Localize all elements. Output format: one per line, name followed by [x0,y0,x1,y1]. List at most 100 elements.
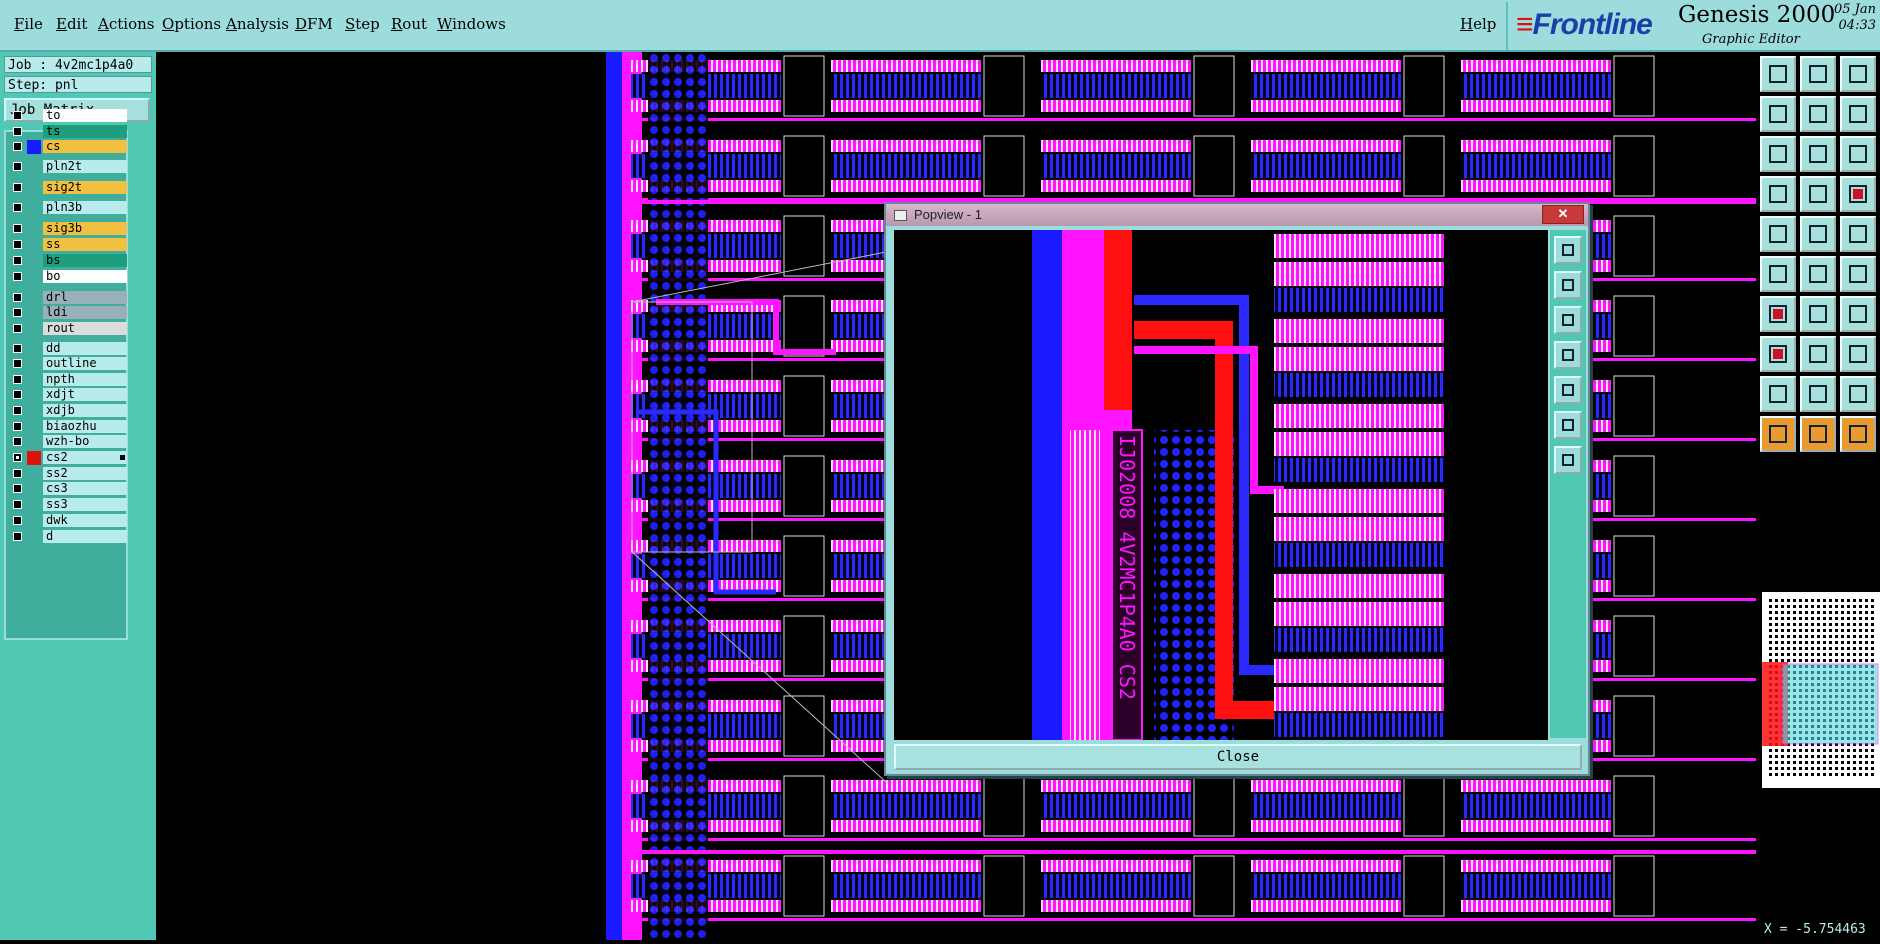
layer-checkbox[interactable] [13,406,22,415]
pv-up-icon[interactable] [1554,271,1582,299]
layer-name[interactable]: dwk [43,514,127,527]
layer-name[interactable]: pln3b [43,201,127,214]
pv-zoom-in-icon[interactable] [1554,411,1582,439]
layer-name[interactable]: bo [43,270,127,283]
layer-name[interactable]: biaozhu [43,420,127,433]
layer-name[interactable]: cs [43,140,127,153]
line-icon[interactable] [1800,216,1836,252]
layer-name[interactable]: ss [43,238,127,251]
layer-name[interactable]: ss2 [43,467,127,480]
layer-name[interactable]: npth [43,373,127,386]
layer-name[interactable]: outline [43,357,127,370]
layer-checkbox[interactable] [13,162,22,171]
layer-checkbox[interactable] [13,375,22,384]
home-icon[interactable] [1840,56,1876,92]
layer-row-cs2[interactable]: cs2 [8,451,128,465]
layer-name[interactable]: ldi [43,306,127,319]
film-icon[interactable] [1760,176,1796,212]
layer-checkbox[interactable] [13,390,22,399]
menu-rout[interactable]: Rout [391,15,427,33]
layer-checkbox[interactable] [13,324,22,333]
layer-name[interactable]: to [43,109,127,122]
snap-icon[interactable] [1840,176,1876,212]
menu-help[interactable]: Help [1460,15,1496,33]
layer-row-cs3[interactable]: cs3 [8,482,128,496]
zoom-1-2-icon[interactable] [1840,96,1876,132]
layer-name[interactable]: cs3 [43,482,127,495]
layer-row-rout[interactable]: rout [8,322,128,336]
layer-name[interactable]: xdjb [43,404,127,417]
layer-name[interactable]: pln2t [43,160,127,173]
layer-checkbox[interactable] [13,437,22,446]
draw-red-icon[interactable] [1760,296,1796,332]
layer-row-dd[interactable]: dd [8,342,128,356]
layer-checkbox[interactable] [13,224,22,233]
menu-dfm[interactable]: DFM [295,15,333,33]
layer-name[interactable]: d [43,530,127,543]
layer-row-npth[interactable]: npth [8,373,128,387]
menu-edit[interactable]: Edit [56,15,87,33]
layer-row-dwk[interactable]: dwk [8,514,128,528]
layer-row-biaozhu[interactable]: biaozhu [8,420,128,434]
layer-checkbox[interactable] [13,469,22,478]
layer-checkbox[interactable] [13,183,22,192]
popview-titlebar[interactable]: Popview - 1 ✕ [886,204,1588,226]
pan-right-icon[interactable] [1800,96,1836,132]
zoom-icon[interactable] [1800,136,1836,172]
layer-checkbox[interactable] [13,500,22,509]
ruler-icon[interactable] [1840,216,1876,252]
layer-row-drl[interactable]: drl [8,291,128,305]
add-pad-icon[interactable] [1760,336,1796,372]
pan-left-icon[interactable] [1760,96,1796,132]
menu-analysis[interactable]: Analysis [226,15,289,33]
layer-checkbox[interactable] [13,308,22,317]
menu-step[interactable]: Step [345,15,380,33]
layer-row-cs[interactable]: cs [8,140,128,154]
pv-left-icon[interactable] [1554,341,1582,369]
layer-row-ss2[interactable]: ss2 [8,467,128,481]
select-pointer-icon[interactable] [1800,416,1836,452]
board-overview[interactable] [1762,592,1880,788]
layer-checkbox[interactable] [13,256,22,265]
ratio-icon[interactable] [1840,136,1876,172]
menu-windows[interactable]: Windows [437,15,506,33]
layer-checkbox[interactable] [13,111,22,120]
slice-icon[interactable] [1800,336,1836,372]
layer-row-xdjb[interactable]: xdjb [8,404,128,418]
layer-checkbox[interactable] [13,516,22,525]
line-blue-icon[interactable] [1800,296,1836,332]
layer-checkbox[interactable] [13,344,22,353]
fit-icon[interactable] [1760,136,1796,172]
popview-close-button[interactable]: Close [894,744,1582,770]
layer-row-sig2t[interactable]: sig2t [8,181,128,195]
grid-icon[interactable] [1800,176,1836,212]
popview-window[interactable]: Popview - 1 ✕ IJ02008 4V2MC1P4A0 CS2 Clo… [884,202,1590,776]
layer-row-ss3[interactable]: ss3 [8,498,128,512]
layer-row-to[interactable]: to [8,109,128,123]
pan-up-icon[interactable] [1800,56,1836,92]
layer-row-d[interactable]: d [8,530,128,544]
layer-name[interactable]: ts [43,125,127,138]
layer-row-sig3b[interactable]: sig3b [8,222,128,236]
delete-icon[interactable] [1800,256,1836,292]
rotate-icon[interactable] [1840,296,1876,332]
layer-checkbox[interactable] [13,484,22,493]
layer-checkbox[interactable] [13,203,22,212]
layer-name[interactable]: drl [43,291,127,304]
select-orange-icon[interactable] [1840,416,1876,452]
layer-row-pln2t[interactable]: pln2t [8,160,128,174]
layer-checkbox[interactable] [13,240,22,249]
popview-canvas[interactable]: IJ02008 4V2MC1P4A0 CS2 [894,230,1548,740]
window-close-button[interactable]: ✕ [1542,205,1584,224]
layer-name[interactable]: rout [43,322,127,335]
layer-row-ts[interactable]: ts [8,125,128,139]
layer-row-ldi[interactable]: ldi [8,306,128,320]
layer-name[interactable]: sig2t [43,181,127,194]
measure-icon[interactable] [1840,336,1876,372]
pv-down-icon[interactable] [1554,306,1582,334]
layer-checkbox[interactable] [13,127,22,136]
move-icon[interactable] [1840,256,1876,292]
layer-row-bo[interactable]: bo [8,270,128,284]
layer-name[interactable]: xdjt [43,388,127,401]
menu-options[interactable]: Options [162,15,221,33]
